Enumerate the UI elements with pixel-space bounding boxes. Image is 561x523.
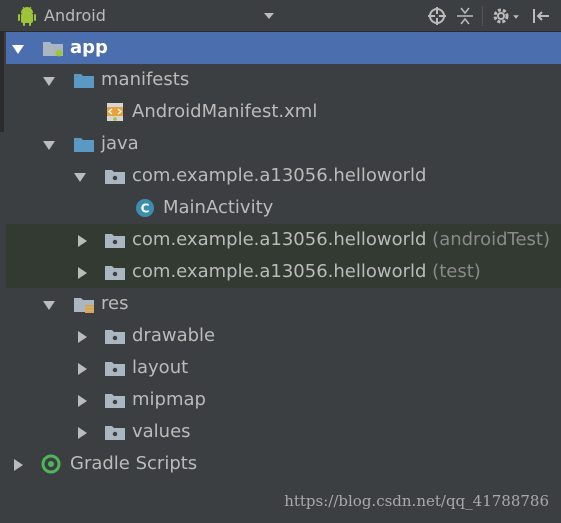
resource-folder-icon	[74, 298, 94, 313]
tree-node-manifests[interactable]: manifests	[6, 64, 561, 96]
gradle-icon	[41, 454, 61, 474]
module-folder-icon	[43, 42, 63, 57]
tree-node-res[interactable]: res	[6, 288, 561, 320]
chevron-down-icon[interactable]	[43, 139, 55, 151]
chevron-right-icon[interactable]	[76, 427, 88, 439]
chevron-down-icon[interactable]	[74, 171, 86, 183]
locate-icon[interactable]	[426, 5, 448, 27]
tree-label-main-activity: MainActivity	[163, 197, 274, 218]
tree-node-package-test[interactable]: com.example.a13056.helloworld (test)	[6, 256, 561, 288]
tree-label-layout: layout	[132, 357, 189, 378]
gear-dropdown-icon[interactable]	[512, 13, 520, 21]
chevron-right-icon[interactable]	[76, 331, 88, 343]
tree-label-package-android-test: com.example.a13056.helloworld (androidTe…	[132, 224, 550, 256]
folder-icon	[74, 74, 94, 88]
package-name: com.example.a13056.helloworld	[132, 261, 427, 282]
tree-node-app[interactable]: app	[6, 32, 561, 64]
package-icon	[105, 170, 125, 184]
window-edge	[0, 32, 4, 132]
chevron-right-icon[interactable]	[76, 363, 88, 375]
package-icon	[105, 394, 125, 408]
tree-node-java[interactable]: java	[6, 128, 561, 160]
tree-label-package-test: com.example.a13056.helloworld (test)	[132, 256, 481, 288]
tree-label-mipmap: mipmap	[132, 389, 206, 410]
tree-node-values[interactable]: values	[6, 416, 561, 448]
android-icon	[18, 6, 36, 26]
source-set-suffix: (androidTest)	[432, 229, 550, 250]
chevron-right-icon[interactable]	[76, 395, 88, 407]
tree-node-main-activity[interactable]: C MainActivity	[6, 192, 561, 224]
source-set-suffix: (test)	[432, 261, 481, 282]
project-view-toolbar: Android	[0, 0, 561, 32]
tree-label-android-manifest: AndroidManifest.xml	[132, 101, 318, 122]
dropdown-arrow-icon[interactable]	[262, 9, 276, 23]
collapse-icon[interactable]	[454, 5, 476, 27]
package-icon	[105, 426, 125, 440]
folder-icon	[74, 138, 94, 152]
view-selector-label[interactable]: Android	[44, 6, 106, 25]
chevron-right-icon[interactable]	[76, 267, 88, 279]
toolbar-separator	[482, 6, 483, 26]
tree-label-values: values	[132, 421, 191, 442]
package-icon	[105, 266, 125, 280]
tree-node-mipmap[interactable]: mipmap	[6, 384, 561, 416]
chevron-right-icon[interactable]	[12, 459, 24, 471]
tree-label-gradle-scripts: Gradle Scripts	[70, 453, 198, 474]
chevron-down-icon[interactable]	[12, 43, 24, 55]
tree-node-android-manifest[interactable]: AndroidManifest.xml	[6, 96, 561, 128]
tree-node-drawable[interactable]: drawable	[6, 320, 561, 352]
tree-node-package-main[interactable]: com.example.a13056.helloworld	[6, 160, 561, 192]
gear-icon[interactable]	[490, 5, 512, 27]
tree-label-java: java	[101, 133, 139, 154]
package-icon	[105, 362, 125, 376]
tree-label-app: app	[70, 37, 108, 58]
tree-label-drawable: drawable	[132, 325, 216, 346]
tree-node-package-android-test[interactable]: com.example.a13056.helloworld (androidTe…	[6, 224, 561, 256]
tree-node-layout[interactable]: layout	[6, 352, 561, 384]
package-icon	[105, 234, 125, 248]
package-icon	[105, 330, 125, 344]
tree-label-res: res	[101, 293, 129, 314]
tree-label-manifests: manifests	[101, 69, 190, 90]
tree-node-gradle-scripts[interactable]: Gradle Scripts	[6, 448, 561, 480]
class-icon: C	[136, 199, 154, 217]
svg-text:C: C	[141, 202, 150, 216]
chevron-right-icon[interactable]	[76, 235, 88, 247]
xml-file-icon	[107, 103, 123, 121]
hide-icon[interactable]	[530, 5, 552, 27]
chevron-down-icon[interactable]	[43, 299, 55, 311]
watermark: https://blog.csdn.net/qq_41788786	[284, 492, 549, 510]
tree-label-package-main: com.example.a13056.helloworld	[132, 165, 427, 186]
chevron-down-icon[interactable]	[43, 75, 55, 87]
package-name: com.example.a13056.helloworld	[132, 229, 427, 250]
